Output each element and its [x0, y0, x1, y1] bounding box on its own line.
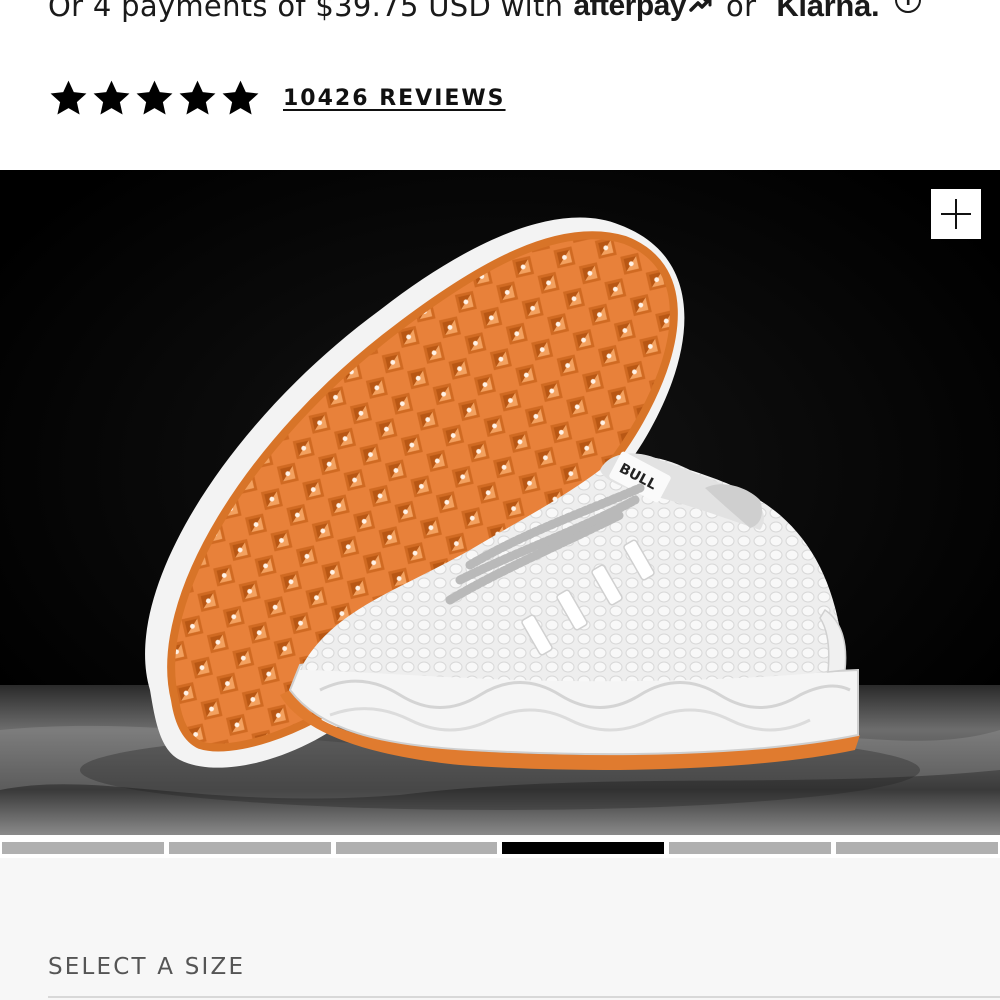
star-icon [50, 80, 87, 115]
divider [48, 996, 1000, 998]
size-selector-section: SELECT A SIZE [0, 858, 1000, 1000]
select-size-label: SELECT A SIZE [48, 954, 246, 980]
reviews-link[interactable]: 10426 REVIEWS [283, 86, 506, 111]
star-icon [179, 80, 216, 115]
gallery-page-5[interactable] [669, 842, 832, 854]
zoom-button[interactable] [931, 189, 981, 239]
star-icon [93, 80, 130, 115]
info-icon[interactable]: i [895, 0, 922, 13]
plus-icon [941, 199, 971, 229]
product-image-gallery[interactable]: BULL [0, 170, 1000, 835]
product-image: BULL [0, 170, 1000, 835]
afterpay-label: afterpay [573, 0, 687, 22]
gallery-page-2[interactable] [168, 842, 331, 854]
star-icon [136, 80, 173, 115]
star-rating [48, 78, 261, 119]
installments-text: Or 4 payments of $39.75 USD with [48, 0, 564, 23]
or-text: or [726, 0, 757, 23]
afterpay-logo[interactable]: afterpay [573, 0, 716, 23]
star-icon [222, 80, 259, 115]
afterpay-arrows-icon [689, 0, 712, 12]
klarna-logo[interactable]: Klarna. [776, 0, 879, 24]
gallery-page-1[interactable] [2, 842, 164, 854]
payment-options: Or 4 payments of $39.75 USD with afterpa… [48, 0, 922, 26]
product-rating: 10426 REVIEWS [48, 76, 506, 120]
gallery-page-3[interactable] [335, 842, 498, 854]
gallery-page-6[interactable] [836, 842, 998, 854]
gallery-page-4[interactable] [502, 842, 665, 854]
gallery-pagination [0, 842, 1000, 854]
